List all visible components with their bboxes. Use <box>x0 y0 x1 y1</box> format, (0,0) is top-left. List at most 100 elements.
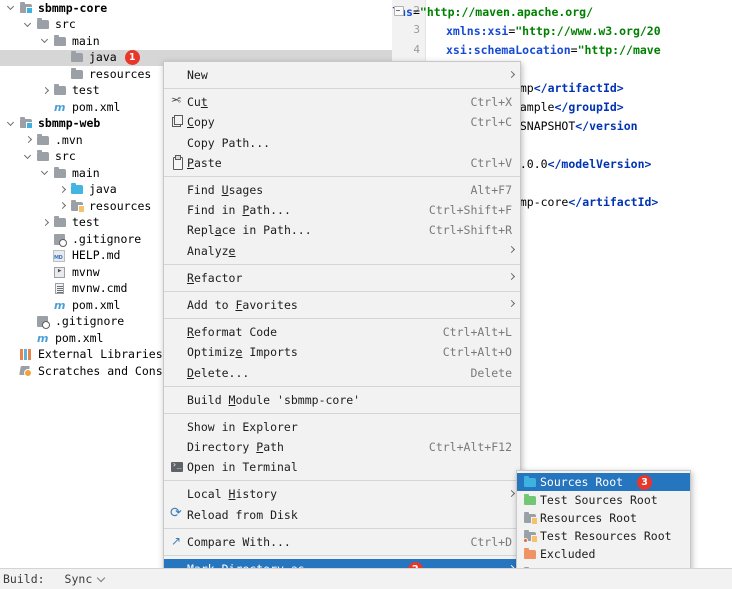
menu-icon-slot <box>168 298 187 312</box>
menu-item-directory-path[interactable]: Directory PathCtrl+Alt+F12 <box>164 437 520 457</box>
menu-item-cut[interactable]: CutCtrl+X <box>164 92 520 112</box>
menu-item-open-in-terminal[interactable]: Open in Terminal <box>164 457 520 477</box>
menu-item-add-to-favorites[interactable]: Add to Favorites <box>164 295 520 315</box>
menu-item-label: Local History <box>187 487 512 501</box>
chevron-down-icon[interactable] <box>40 36 51 47</box>
chevron-down-icon[interactable] <box>97 573 105 581</box>
menu-item-local-history[interactable]: Local History <box>164 484 520 504</box>
menu-item-copy[interactable]: CopyCtrl+C <box>164 112 520 132</box>
menu-separator <box>164 413 520 414</box>
menu-item-show-in-explorer[interactable]: Show in Explorer <box>164 417 520 437</box>
tree-item-label: resources <box>89 68 151 81</box>
tree-spacer <box>40 300 51 311</box>
submenu-item-test-sources-root[interactable]: Test Sources Root <box>517 491 690 509</box>
submenu-item-test-resources-root[interactable]: Test Resources Root <box>517 528 690 546</box>
folder-resources-icon <box>70 200 85 213</box>
tree-item-src[interactable]: src <box>0 17 392 34</box>
menu-item-shortcut: Ctrl+Shift+F <box>429 203 512 217</box>
menu-item-replace-in-path[interactable]: Replace in Path...Ctrl+Shift+R <box>164 220 520 240</box>
chevron-down-icon[interactable] <box>23 19 34 30</box>
menu-separator <box>164 318 520 319</box>
menu-item-label: Open in Terminal <box>187 460 512 474</box>
tree-item-label: src <box>55 150 76 163</box>
tree-item-label: pom.xml <box>72 299 120 312</box>
menu-item-analyze[interactable]: Analyze <box>164 241 520 261</box>
gitignore-file-icon <box>36 315 51 328</box>
tree-spacer <box>57 69 68 80</box>
submenu-item-sources-root[interactable]: Sources Root3 <box>517 473 690 491</box>
tree-item-sbmmp-core[interactable]: sbmmp-core <box>0 0 392 17</box>
folder-resources-icon <box>522 512 540 525</box>
menu-item-refactor[interactable]: Refactor <box>164 268 520 288</box>
code-token: = <box>571 43 578 57</box>
menu-item-label: New <box>187 68 512 82</box>
folder-gray-icon <box>53 167 68 180</box>
menu-item-shortcut: Alt+F7 <box>470 183 512 197</box>
code-token: </artifactId> <box>534 81 624 95</box>
menu-icon-slot <box>168 244 187 258</box>
tree-item-label: test <box>72 216 100 229</box>
menu-item-reformat-code[interactable]: Reformat CodeCtrl+Alt+L <box>164 322 520 342</box>
shell-file-icon <box>53 266 68 279</box>
copy-icon <box>168 115 187 129</box>
folder-test-resources-icon <box>522 530 540 543</box>
tree-item-label: HELP.md <box>72 249 120 262</box>
code-token: </version <box>575 119 637 133</box>
folder-gray-icon <box>36 134 51 147</box>
bottom-status-bar[interactable]: Build: Sync <box>0 568 732 589</box>
menu-icon-slot <box>168 366 187 380</box>
cut-icon <box>168 95 187 109</box>
menu-item-shortcut: Ctrl+Shift+R <box>429 223 512 237</box>
chevron-right-icon[interactable] <box>23 135 34 146</box>
menu-item-find-usages[interactable]: Find UsagesAlt+F7 <box>164 180 520 200</box>
chevron-down-icon[interactable] <box>23 151 34 162</box>
submenu-item-resources-root[interactable]: Resources Root <box>517 509 690 527</box>
tree-item-label: pom.xml <box>55 332 103 345</box>
chevron-right-icon[interactable] <box>40 217 51 228</box>
tree-item-label: .gitignore <box>72 233 141 246</box>
code-fold-icon[interactable] <box>394 6 403 15</box>
menu-item-reload-from-disk[interactable]: Reload from Disk <box>164 505 520 525</box>
code-token: "http://www.w3.org/20 <box>515 24 660 38</box>
folder-gray-icon <box>53 84 68 97</box>
submenu-item-excluded[interactable]: Excluded <box>517 546 690 564</box>
code-token: </modelVersion> <box>548 157 652 171</box>
tree-spacer <box>23 333 34 344</box>
chevron-down-icon[interactable] <box>6 3 17 14</box>
step-badge: 3 <box>637 475 652 490</box>
line-number: 3 <box>413 23 420 36</box>
menu-item-paste[interactable]: PasteCtrl+V <box>164 153 520 173</box>
ide-window: 2345 <project xmlns="http://maven.apache… <box>0 0 732 589</box>
menu-item-optimize-imports[interactable]: Optimize ImportsCtrl+Alt+O <box>164 342 520 362</box>
build-label: Build: <box>3 573 45 586</box>
tree-item-label: main <box>72 167 100 180</box>
menu-item-copy-path[interactable]: Copy Path... <box>164 133 520 153</box>
submenu-item-label: Excluded <box>540 548 595 561</box>
menu-item-label: Optimize Imports <box>187 345 429 359</box>
tree-item-main[interactable]: main <box>0 33 392 50</box>
chevron-right-icon[interactable] <box>57 184 68 195</box>
markdown-file-icon <box>53 249 68 262</box>
context-menu[interactable]: New CutCtrl+XCopyCtrl+CCopy Path...PasteC… <box>163 61 521 589</box>
chevron-right-icon[interactable] <box>57 201 68 212</box>
menu-item-label: Find in Path... <box>187 203 415 217</box>
sync-tab[interactable]: Sync <box>65 573 93 586</box>
code-token: = <box>413 5 420 19</box>
chevron-down-icon[interactable] <box>40 168 51 179</box>
chevron-down-icon[interactable] <box>6 118 17 129</box>
menu-icon-slot <box>168 325 187 339</box>
menu-item-delete[interactable]: Delete...Delete <box>164 362 520 382</box>
menu-icon-slot <box>168 345 187 359</box>
line-number: 4 <box>413 43 420 56</box>
menu-item-label: Reformat Code <box>187 325 429 339</box>
menu-item-build-module-sbmmp-core[interactable]: Build Module 'sbmmp-core' <box>164 390 520 410</box>
chevron-right-icon[interactable] <box>40 85 51 96</box>
tree-spacer <box>40 234 51 245</box>
menu-item-shortcut: Ctrl+Alt+F12 <box>429 440 512 454</box>
menu-item-new[interactable]: New <box>164 65 520 85</box>
menu-item-find-in-path[interactable]: Find in Path... Ctrl+Shift+F <box>164 200 520 220</box>
tree-item-label: External Libraries <box>38 348 163 361</box>
menu-icon-slot <box>168 68 187 82</box>
maven-file-icon: m <box>53 101 68 114</box>
menu-item-compare-with[interactable]: Compare With...Ctrl+D <box>164 532 520 552</box>
